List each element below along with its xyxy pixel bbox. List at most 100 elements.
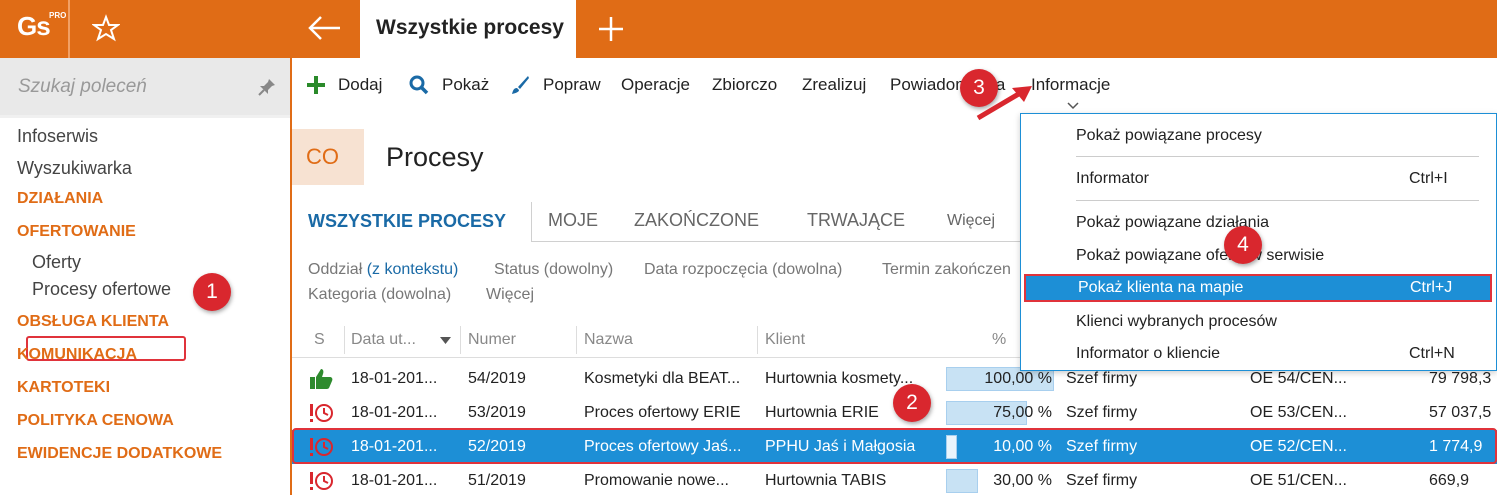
step-badge-4: 4 bbox=[1224, 226, 1262, 264]
menu-item-related-service-offers[interactable]: Pokaż powiązane oferty w serwisie bbox=[1076, 247, 1324, 265]
pin-icon[interactable] bbox=[258, 78, 276, 96]
col-client[interactable]: Klient bbox=[765, 331, 805, 349]
sidebar-menu: Infoserwis Wyszukiwarka DZIAŁANIA OFERTO… bbox=[0, 118, 290, 495]
tab-wszystkie-label: WSZYSTKIE PROCESY bbox=[308, 211, 507, 231]
sidebar-cat-komunikacja[interactable]: KOMUNIKACJA bbox=[17, 346, 137, 364]
edit-button[interactable]: Popraw bbox=[543, 75, 601, 95]
menu-divider bbox=[1076, 200, 1479, 201]
menu-divider bbox=[1076, 156, 1479, 157]
menu-item-client-on-map[interactable]: Pokaż klienta na mapie Ctrl+J bbox=[1024, 274, 1492, 302]
star-icon[interactable] bbox=[92, 14, 120, 42]
sidebar-cat-polityka-cenowa[interactable]: POLITYKA CENOWA bbox=[17, 412, 174, 430]
search-input[interactable]: Szukaj poleceń bbox=[18, 76, 147, 98]
col-divider bbox=[344, 326, 345, 354]
sidebar-cat-dzialania[interactable]: DZIAŁANIA bbox=[17, 190, 103, 208]
alert-clock-icon bbox=[310, 472, 333, 490]
menu-item-client-informator[interactable]: Informator o kliencie bbox=[1076, 345, 1220, 363]
col-status[interactable]: S bbox=[314, 331, 325, 349]
cell-date: 18-01-201... bbox=[351, 404, 438, 421]
brush-icon[interactable] bbox=[510, 75, 530, 95]
app-logo[interactable]: Gs PRO bbox=[17, 11, 66, 42]
sidebar-item-infoserwis[interactable]: Infoserwis bbox=[17, 126, 98, 147]
cell-number: 53/2019 bbox=[468, 404, 526, 421]
col-percent[interactable]: % bbox=[992, 331, 1006, 349]
tab-zakonczone[interactable]: ZAKOŃCZONE bbox=[634, 210, 759, 231]
col-divider bbox=[757, 326, 758, 354]
menu-item-selected-clients[interactable]: Klienci wybranych procesów bbox=[1076, 313, 1277, 331]
tab-trwajace[interactable]: TRWAJĄCE bbox=[807, 210, 905, 231]
info-button-label: Informacje bbox=[1031, 75, 1111, 94]
filter-branch-label: Oddział bbox=[308, 261, 363, 278]
col-number[interactable]: Numer bbox=[468, 331, 516, 349]
tab-moje[interactable]: MOJE bbox=[548, 210, 598, 231]
sidebar-item-oferty[interactable]: Oferty bbox=[32, 252, 81, 273]
sidebar: Szukaj poleceń Infoserwis Wyszukiwarka D… bbox=[0, 58, 290, 495]
bulk-button[interactable]: Zbiorczo bbox=[712, 75, 777, 95]
filter-more[interactable]: Więcej bbox=[486, 286, 534, 304]
thumbs-up-icon bbox=[310, 369, 333, 389]
active-tab-label: Wszystkie procesy bbox=[376, 16, 564, 39]
cell-offer: OE 54/CEN... bbox=[1250, 370, 1347, 387]
filter-start-date[interactable]: Data rozpoczęcia (dowolna) bbox=[644, 261, 842, 279]
view-tabs: WSZYSTKIE PROCESY MOJE ZAKOŃCZONE TRWAJĄ… bbox=[292, 202, 1020, 242]
menu-shortcut: Ctrl+J bbox=[1410, 279, 1453, 296]
title-bar: Gs PRO Wszystkie procesy bbox=[0, 0, 1497, 58]
cell-percent: 75,00 % bbox=[993, 404, 1052, 421]
operations-button[interactable]: Operacje bbox=[621, 75, 690, 95]
sidebar-cat-obsluga-klienta[interactable]: OBSŁUGA KLIENTA bbox=[17, 313, 169, 331]
col-divider bbox=[576, 326, 577, 354]
cell-name: Kosmetyki dla BEAT... bbox=[584, 370, 741, 387]
sort-down-icon[interactable] bbox=[440, 337, 451, 344]
progress-fill bbox=[946, 469, 979, 493]
command-search[interactable]: Szukaj poleceń bbox=[0, 58, 290, 115]
filter-branch-link[interactable]: (z kontekstu) bbox=[367, 261, 459, 278]
cell-amount: 669,9 bbox=[1429, 472, 1470, 489]
progress-cell: 75,00 % bbox=[946, 401, 1054, 425]
tab-wszystkie-procesy[interactable]: Wszystkie procesy bbox=[360, 0, 576, 58]
filter-branch[interactable]: Oddział (z kontekstu) bbox=[308, 261, 458, 279]
sidebar-cat-ewidencje-dodatkowe[interactable]: EWIDENCJE DODATKOWE bbox=[17, 445, 222, 463]
cell-number: 54/2019 bbox=[468, 370, 526, 387]
show-button[interactable]: Pokaż bbox=[442, 75, 489, 95]
table-row[interactable]: 18-01-201... 51/2019 Promowanie nowe... … bbox=[292, 464, 1497, 495]
tab-wszystkie[interactable]: WSZYSTKIE PROCESY bbox=[292, 202, 532, 242]
logo-divider bbox=[68, 0, 70, 58]
add-button[interactable]: Dodaj bbox=[338, 75, 382, 95]
col-name[interactable]: Nazwa bbox=[584, 331, 633, 349]
plus-icon[interactable] bbox=[306, 75, 326, 95]
logo-sup: PRO bbox=[49, 11, 67, 20]
menu-item-informator[interactable]: Informator bbox=[1076, 170, 1149, 188]
pointer-arrow-icon bbox=[976, 86, 1032, 121]
step-badge-2: 2 bbox=[893, 384, 931, 422]
new-tab-plus-icon[interactable] bbox=[596, 14, 626, 44]
cell-percent: 100,00 % bbox=[984, 370, 1052, 387]
logo-text: Gs bbox=[17, 11, 51, 41]
cell-name: Promowanie nowe... bbox=[584, 472, 729, 489]
cell-amount: 57 037,5 bbox=[1429, 404, 1492, 421]
cell-client: Hurtownia ERIE bbox=[765, 404, 879, 421]
sidebar-cat-ofertowanie[interactable]: OFERTOWANIE bbox=[17, 223, 136, 241]
col-divider bbox=[460, 326, 461, 354]
cell-offer: OE 51/CEN... bbox=[1250, 472, 1347, 489]
menu-item-related-processes[interactable]: Pokaż powiązane procesy bbox=[1076, 127, 1262, 145]
chevron-down-icon bbox=[1067, 102, 1079, 110]
filter-status[interactable]: Status (dowolny) bbox=[494, 261, 613, 279]
col-date[interactable]: Data ut... bbox=[351, 331, 416, 349]
realize-button[interactable]: Zrealizuj bbox=[802, 75, 866, 95]
sidebar-cat-kartoteki[interactable]: KARTOTEKI bbox=[17, 379, 110, 397]
filter-end-date[interactable]: Termin zakończen bbox=[882, 261, 1011, 279]
cell-date: 18-01-201... bbox=[351, 370, 438, 387]
selected-row-outline bbox=[292, 428, 1497, 464]
progress-cell: 30,00 % bbox=[946, 469, 1054, 493]
cell-client: Hurtownia TABIS bbox=[765, 472, 887, 489]
step-badge-1: 1 bbox=[193, 273, 231, 311]
cell-owner: Szef firmy bbox=[1066, 472, 1138, 489]
magnifier-icon[interactable] bbox=[409, 75, 429, 95]
cell-name: Proces ofertowy ERIE bbox=[584, 404, 741, 421]
filter-category[interactable]: Kategoria (dowolna) bbox=[308, 286, 451, 304]
sidebar-item-procesy-ofertowe[interactable]: Procesy ofertowe bbox=[32, 279, 171, 300]
cell-percent: 30,00 % bbox=[993, 472, 1052, 489]
tab-more[interactable]: Więcej bbox=[947, 212, 995, 230]
back-arrow-icon[interactable] bbox=[307, 14, 343, 42]
sidebar-item-wyszukiwarka[interactable]: Wyszukiwarka bbox=[17, 158, 132, 179]
